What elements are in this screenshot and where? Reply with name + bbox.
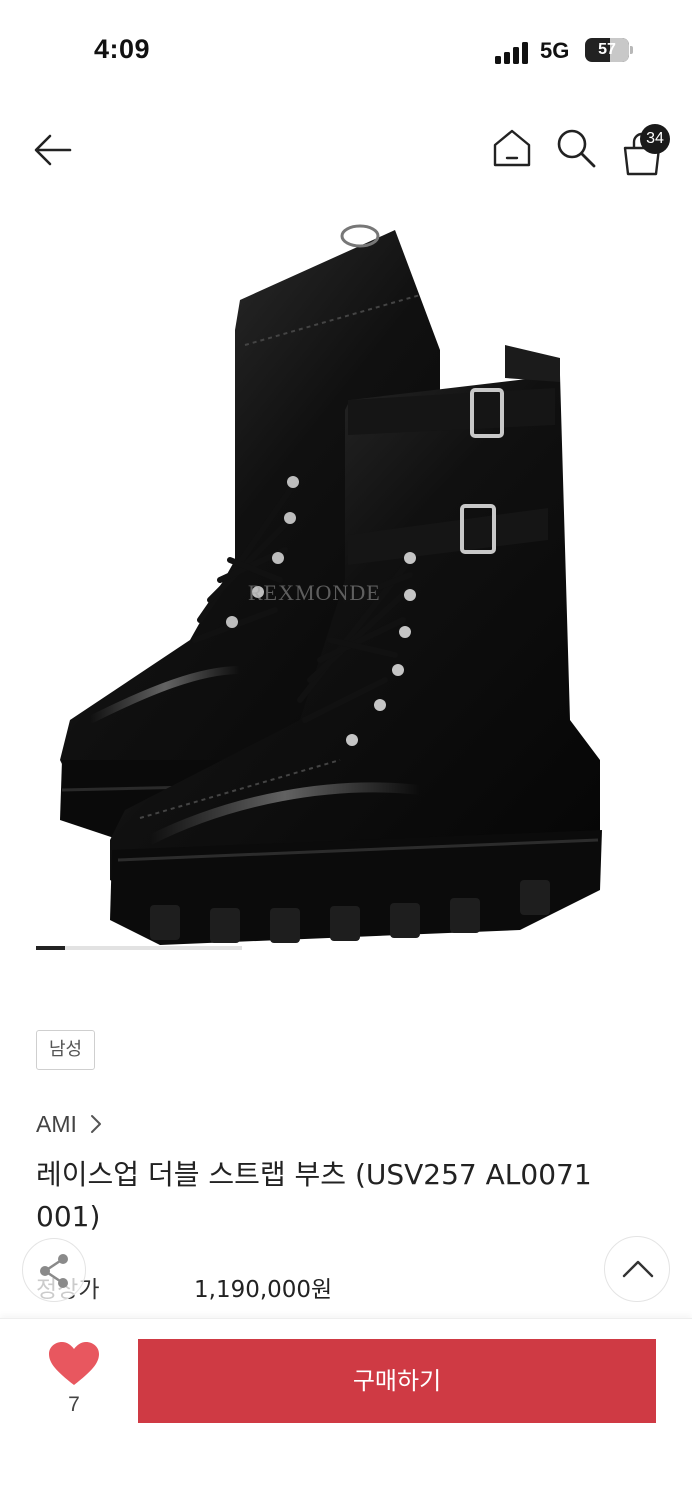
share-icon [40, 1254, 68, 1288]
product-image[interactable]: REXMONDE [0, 200, 692, 990]
top-nav-bar: 34 [0, 110, 692, 190]
search-button[interactable] [554, 126, 598, 170]
back-button[interactable] [30, 128, 76, 172]
battery-indicator: 57 [585, 38, 633, 62]
price-row: 정상가 1,190,000원 [36, 1266, 536, 1306]
search-icon [557, 129, 596, 168]
bottom-action-bar: 7 구매하기 [0, 1318, 692, 1500]
cellular-signal-icon [495, 42, 528, 64]
bag-count-badge: 34 [640, 124, 670, 154]
status-bar: 4:09 5G 57 [0, 0, 692, 100]
buy-button[interactable]: 구매하기 [138, 1339, 656, 1423]
brand-name: AMI [36, 1110, 77, 1137]
share-button[interactable] [22, 1238, 86, 1302]
like-count: 7 [68, 1393, 80, 1416]
heart-icon [49, 1342, 99, 1385]
like-button[interactable]: 7 [46, 1341, 102, 1437]
brand-link[interactable]: AMI [36, 1106, 103, 1142]
price-value: 1,190,000원 [194, 1277, 333, 1303]
scroll-to-top-button[interactable] [604, 1236, 670, 1302]
home-icon [493, 129, 531, 167]
gallery-progress [36, 946, 242, 950]
chevron-right-icon [90, 1115, 101, 1133]
network-type: 5G [540, 38, 570, 63]
chevron-up-icon [622, 1260, 654, 1278]
gender-tag: 남성 [36, 1030, 96, 1070]
image-watermark: REXMONDE [248, 580, 381, 605]
product-title: 레이스업 더블 스트랩 부츠 (USV257 AL0071 001) [36, 1158, 592, 1233]
home-button[interactable] [490, 126, 534, 170]
status-time: 4:09 [94, 34, 151, 64]
shopping-bag-button[interactable]: 34 [616, 124, 672, 176]
battery-level: 57 [598, 41, 616, 58]
arrow-left-icon [34, 134, 72, 166]
